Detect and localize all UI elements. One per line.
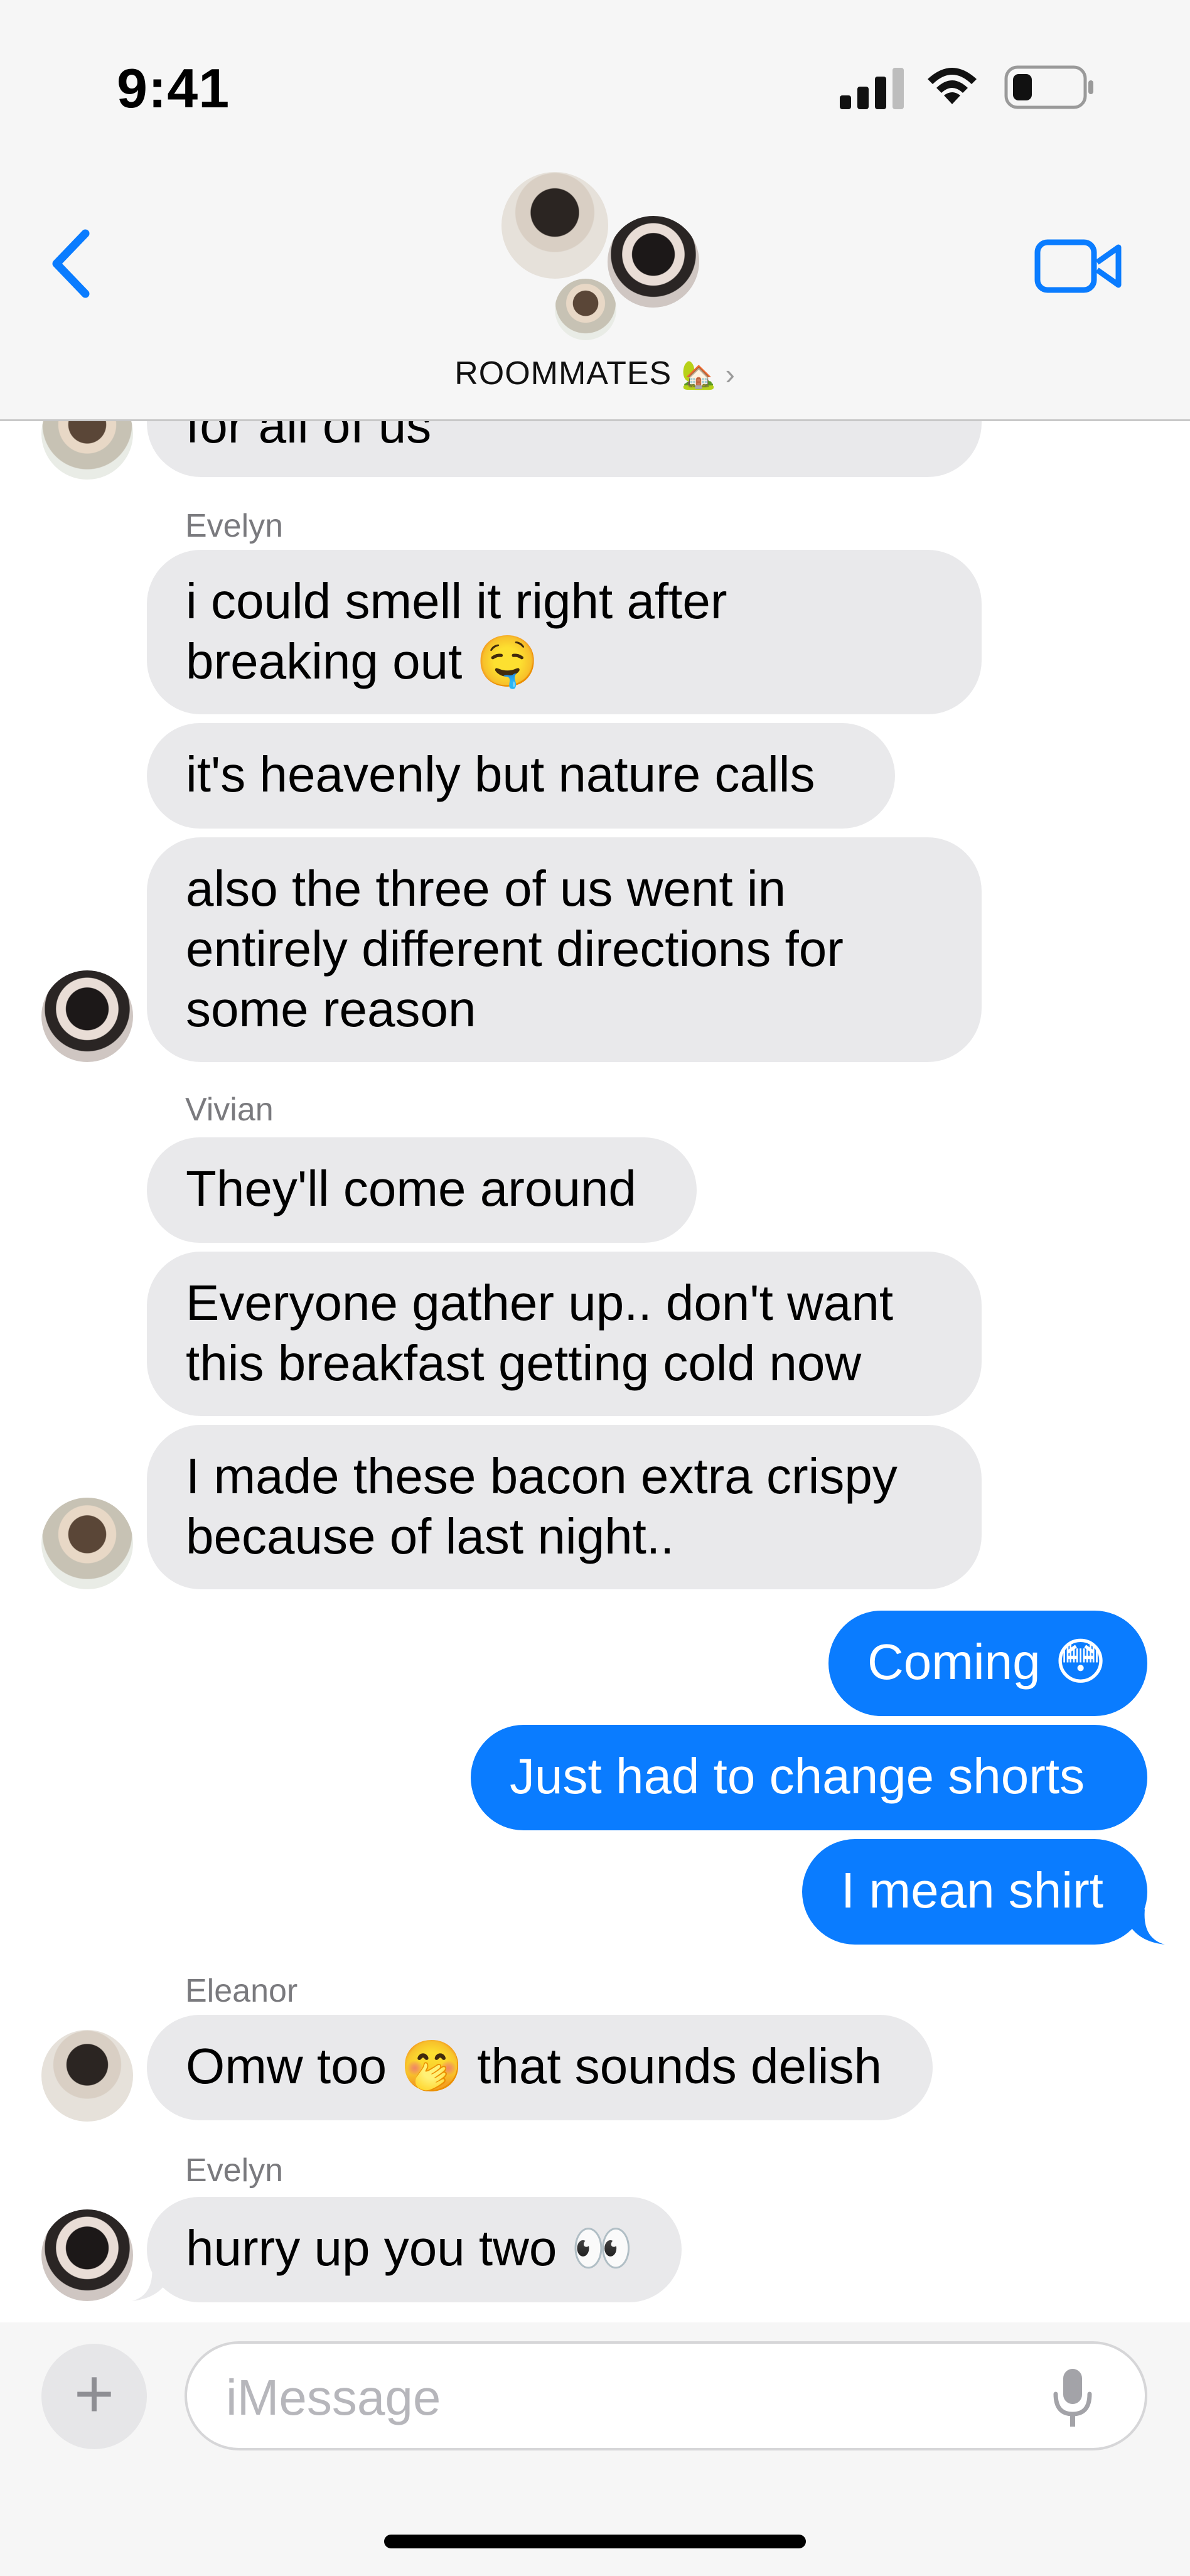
group-avatar[interactable] xyxy=(552,276,619,343)
message-bubble[interactable]: i could smell it right after breaking ou… xyxy=(147,550,982,714)
plus-button[interactable]: + xyxy=(41,2344,147,2449)
video-camera-icon[interactable] xyxy=(1034,237,1122,295)
avatar-evelyn[interactable] xyxy=(41,2209,133,2301)
message-bubble[interactable]: They'll come around xyxy=(147,1137,697,1243)
sender-name: Vivian xyxy=(185,1092,274,1128)
message-bubble[interactable]: also the three of us went in entirely di… xyxy=(147,837,982,1062)
avatar-vivian[interactable] xyxy=(41,1498,133,1589)
sender-name: Evelyn xyxy=(185,508,284,544)
sender-name: Eleanor xyxy=(185,1973,298,2009)
navigation-header: 9:41 ROOMMATES 🏡 › xyxy=(0,0,1190,421)
message-bubble-sent[interactable]: Coming 😳 xyxy=(828,1611,1147,1716)
microphone-icon[interactable] xyxy=(1052,2366,1093,2429)
message-bubble[interactable]: I made these bacon extra crispy because … xyxy=(147,1425,982,1589)
cellular-signal-icon xyxy=(840,68,904,109)
chevron-right-icon: › xyxy=(725,358,736,390)
home-indicator xyxy=(384,2535,806,2548)
house-emoji: 🏡 xyxy=(681,360,717,390)
bubble-tail xyxy=(1123,1909,1165,1945)
message-bubble[interactable]: Omw too 🤭 that sounds delish xyxy=(147,2015,933,2120)
message-bubble[interactable]: it's heavenly but nature calls xyxy=(147,723,895,829)
bubble-tail xyxy=(132,2266,173,2301)
back-chevron-icon[interactable] xyxy=(46,226,97,301)
message-thread[interactable]: for all of us Evelyn i could smell it ri… xyxy=(0,326,1190,2322)
message-bubble[interactable]: Everyone gather up.. don't want this bre… xyxy=(147,1252,982,1416)
message-input[interactable]: iMessage xyxy=(185,2341,1147,2450)
group-title[interactable]: ROOMMATES 🏡 › xyxy=(0,355,1190,392)
avatar-evelyn[interactable] xyxy=(41,970,133,1062)
group-avatar[interactable] xyxy=(605,213,702,310)
message-bubble-sent[interactable]: Just had to change shorts xyxy=(471,1725,1147,1830)
battery-icon xyxy=(1004,65,1093,109)
message-placeholder: iMessage xyxy=(226,2369,441,2425)
group-name-label: ROOMMATES xyxy=(454,355,672,392)
message-bubble[interactable]: hurry up you two 👀 xyxy=(147,2197,682,2302)
status-time: 9:41 xyxy=(117,57,230,119)
message-bubble-sent[interactable]: I mean shirt xyxy=(802,1839,1147,1945)
group-avatar[interactable] xyxy=(499,169,611,281)
avatar-eleanor[interactable] xyxy=(41,2030,133,2122)
wifi-icon xyxy=(928,68,977,104)
sender-name: Evelyn xyxy=(185,2152,284,2189)
